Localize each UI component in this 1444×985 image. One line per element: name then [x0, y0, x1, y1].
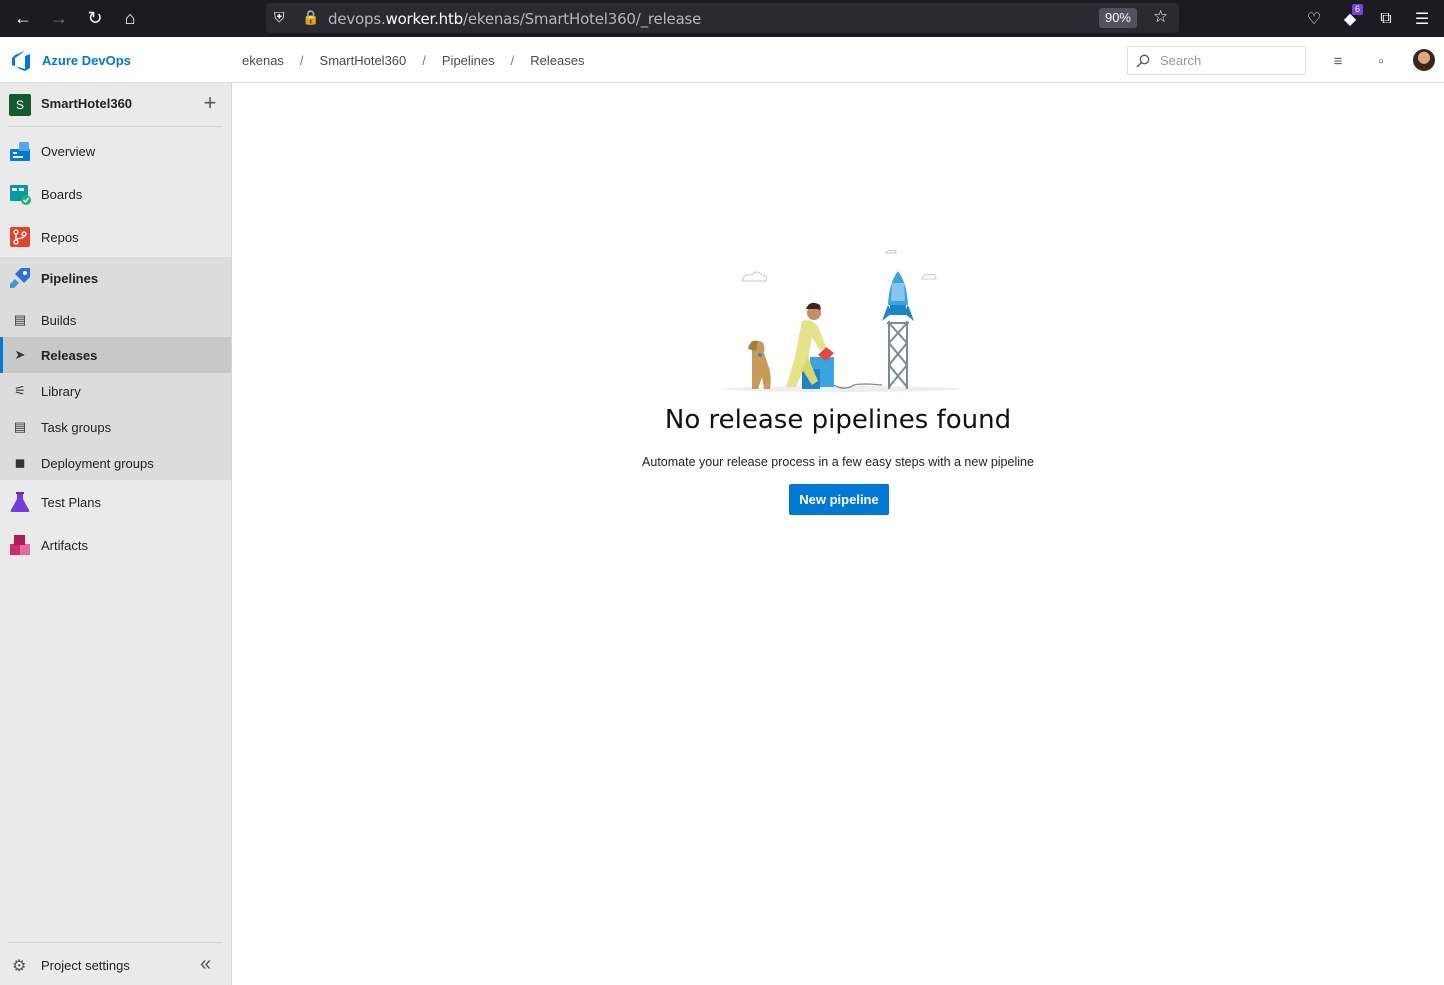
- sidebar-item-overview[interactable]: Overview: [0, 130, 231, 173]
- back-icon[interactable]: ←: [5, 0, 41, 37]
- menu-icon[interactable]: ☰: [1404, 0, 1440, 37]
- sidebar-item-boards[interactable]: Boards: [0, 173, 231, 216]
- url-text[interactable]: devops.worker.htb/ekenas/SmartHotel360/_…: [328, 10, 701, 28]
- overview-icon: [10, 142, 30, 161]
- sidebar-item-label: Artifacts: [41, 538, 88, 553]
- project-name[interactable]: SmartHotel360: [41, 96, 132, 111]
- boards-icon: [10, 185, 31, 205]
- task-groups-icon: ▤: [13, 419, 27, 434]
- sidebar-item-releases[interactable]: ➤ Releases: [0, 337, 231, 373]
- breadcrumb-org[interactable]: ekenas: [242, 53, 284, 68]
- shield-icon[interactable]: ⛨: [274, 9, 285, 26]
- sidebar-item-label: Library: [41, 384, 81, 399]
- bookmark-star-icon[interactable]: ☆: [1153, 7, 1168, 27]
- project-settings[interactable]: ⚙ Project settings «: [0, 949, 231, 981]
- gear-icon: ⚙: [12, 958, 27, 975]
- brand-title[interactable]: Azure DevOps: [42, 53, 131, 68]
- address-bar[interactable]: ⛨ 🔒 devops.worker.htb/ekenas/SmartHotel3…: [266, 3, 1179, 33]
- lock-icon[interactable]: 🔒: [302, 9, 319, 26]
- repos-icon: [10, 227, 30, 247]
- divider: [8, 126, 222, 127]
- sidebar-item-label: Releases: [41, 348, 98, 363]
- artifacts-icon: [10, 535, 30, 555]
- sidebar-item-label: Overview: [41, 144, 96, 159]
- sidebar-item-builds[interactable]: ▤ Builds: [0, 302, 231, 338]
- project-avatar: S: [9, 94, 31, 116]
- new-pipeline-button[interactable]: New pipeline: [789, 484, 889, 515]
- app-header: Azure DevOps ekenas / SmartHotel360 / Pi…: [0, 37, 1444, 83]
- sidebar-item-deployment-groups[interactable]: ◼ Deployment groups: [0, 445, 231, 481]
- search-input[interactable]: [1160, 53, 1300, 68]
- url-domain: worker.htb: [385, 10, 464, 28]
- project-header[interactable]: S SmartHotel360 +: [0, 83, 231, 125]
- breadcrumb-releases[interactable]: Releases: [530, 53, 584, 68]
- sidebar-item-repos[interactable]: Repos: [0, 216, 231, 259]
- main-content: No release pipelines found Automate your…: [232, 83, 1444, 985]
- pipelines-icon: [10, 268, 30, 288]
- forward-icon[interactable]: →: [41, 0, 77, 37]
- sidebar-item-pipelines[interactable]: Pipelines: [0, 257, 231, 300]
- sidebar-item-label: Task groups: [41, 420, 112, 435]
- sidebar-item-label: Pipelines: [41, 271, 99, 286]
- sidebar-item-library[interactable]: ⚟ Library: [0, 373, 231, 409]
- divider: [8, 942, 222, 943]
- empty-state-subtitle: Automate your release process in a few e…: [642, 455, 1034, 469]
- add-icon[interactable]: +: [199, 92, 221, 114]
- project-settings-label: Project settings: [41, 958, 130, 973]
- library-icon: ⚟: [14, 383, 26, 398]
- deployment-groups-icon: ◼: [14, 455, 26, 470]
- azure-devops-logo-icon[interactable]: [10, 50, 32, 72]
- breadcrumb-separator: /: [510, 53, 515, 68]
- extension-badge: 6: [1352, 4, 1364, 15]
- sidebar-item-artifacts[interactable]: Artifacts: [0, 524, 231, 567]
- search-icon: [1136, 54, 1150, 68]
- breadcrumb: ekenas / SmartHotel360 / Pipelines / Rel…: [242, 53, 584, 68]
- test-plans-icon: [10, 492, 30, 512]
- sidebar-item-label: Deployment groups: [41, 456, 154, 471]
- url-prefix: devops.: [328, 10, 386, 28]
- breadcrumb-project[interactable]: SmartHotel360: [320, 53, 407, 68]
- sidebar-item-label: Boards: [41, 187, 83, 202]
- builds-icon: ▤: [13, 312, 27, 327]
- breadcrumb-separator: /: [299, 53, 304, 68]
- empty-state-illustration: [724, 249, 960, 392]
- breadcrumb-pipelines[interactable]: Pipelines: [442, 53, 495, 68]
- sidebar-item-label: Builds: [41, 313, 77, 328]
- breadcrumb-separator: /: [422, 53, 426, 68]
- collapse-sidebar-icon[interactable]: «: [200, 953, 211, 976]
- avatar[interactable]: [1413, 49, 1435, 71]
- marketplace-bag-icon[interactable]: ▫: [1370, 50, 1392, 72]
- task-list-icon[interactable]: ≡: [1327, 50, 1349, 72]
- browser-toolbar: ← → ↻ ⌂ ⛨ 🔒 devops.worker.htb/ekenas/Sma…: [0, 0, 1444, 37]
- url-path: /ekenas/SmartHotel360/_release: [462, 10, 702, 28]
- empty-state-title: No release pipelines found: [664, 405, 1012, 435]
- sidebar: S SmartHotel360 + Overview Boards Repos: [0, 83, 232, 985]
- zoom-level[interactable]: 90%: [1098, 8, 1137, 28]
- extension-icon[interactable]: ◆ 6: [1332, 0, 1368, 37]
- sidebar-item-label: Test Plans: [41, 495, 101, 510]
- search-box[interactable]: [1127, 46, 1306, 75]
- sidebar-item-label: Repos: [41, 230, 79, 245]
- pocket-icon[interactable]: ♡: [1296, 0, 1332, 37]
- reload-icon[interactable]: ↻: [77, 0, 113, 37]
- active-indicator: [0, 337, 3, 373]
- sidebar-item-test-plans[interactable]: Test Plans: [0, 481, 231, 524]
- releases-icon: ➤: [14, 347, 26, 362]
- home-icon[interactable]: ⌂: [112, 0, 148, 37]
- sidebar-item-task-groups[interactable]: ▤ Task groups: [0, 409, 231, 445]
- extensions-puzzle-icon[interactable]: ⧉: [1368, 0, 1404, 37]
